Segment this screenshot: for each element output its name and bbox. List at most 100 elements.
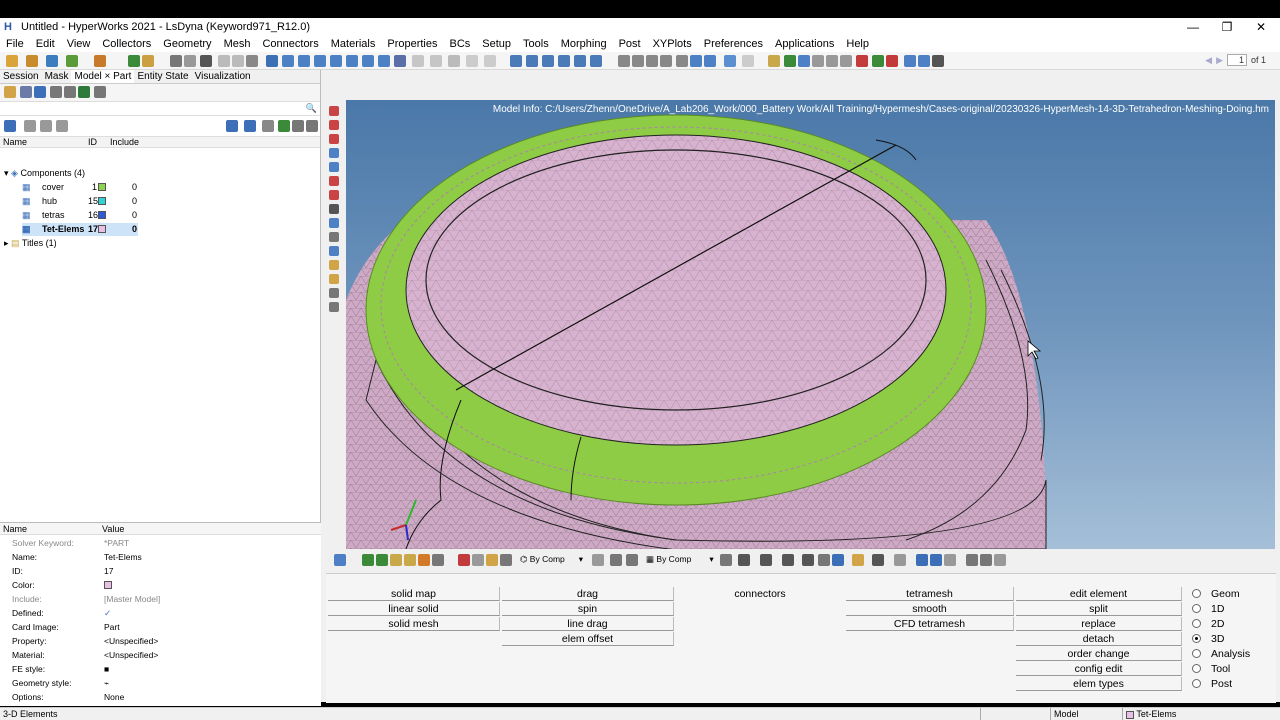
frame-icon[interactable] xyxy=(218,55,230,67)
radio-dot[interactable] xyxy=(1192,619,1201,628)
expand-arrow-icon[interactable]: ▾ xyxy=(4,168,9,178)
tab-mask[interactable]: Mask xyxy=(42,70,72,83)
pointer-icon[interactable] xyxy=(500,554,512,566)
normals-icon[interactable] xyxy=(404,554,416,566)
view-back-icon[interactable] xyxy=(412,55,424,67)
browser-config-icon[interactable] xyxy=(64,86,76,98)
page-prev-icon[interactable]: ◀ xyxy=(1205,55,1212,66)
mesh-quality-icon[interactable] xyxy=(784,55,796,67)
paste-icon[interactable] xyxy=(484,55,496,67)
undo-icon[interactable] xyxy=(128,55,140,67)
config-edit-button[interactable]: config edit xyxy=(1016,662,1182,676)
reset-view-icon[interactable] xyxy=(704,55,716,67)
create-icon[interactable] xyxy=(226,120,238,132)
radio-dot-selected[interactable] xyxy=(1192,634,1201,643)
prop-row[interactable]: ID: 17 xyxy=(0,565,318,578)
zoom-icon[interactable] xyxy=(266,55,278,67)
page-input[interactable]: 1 xyxy=(1226,54,1247,66)
solid-mesh-button[interactable]: solid mesh xyxy=(328,617,500,631)
show-all-icon[interactable] xyxy=(292,120,304,132)
elem-color-select[interactable]: ▦ By Comp ▾ xyxy=(646,553,714,566)
vtool-4-icon[interactable] xyxy=(329,148,339,158)
drag-button[interactable]: drag xyxy=(502,587,674,601)
solid-map-button[interactable]: solid map xyxy=(328,587,500,601)
elem-style-6-icon[interactable] xyxy=(818,554,830,566)
view-front-icon[interactable] xyxy=(362,55,374,67)
elements-icon[interactable] xyxy=(798,55,810,67)
minimize-button[interactable]: — xyxy=(1176,18,1210,36)
browser-part-icon[interactable] xyxy=(34,86,46,98)
prop-row[interactable]: FE style: ■ xyxy=(0,663,318,676)
next-icon[interactable] xyxy=(930,554,942,566)
geom-color-select[interactable]: ⌬ By Comp ▾ xyxy=(520,553,583,566)
wireframe-icon[interactable] xyxy=(200,55,212,67)
vtool-1-icon[interactable] xyxy=(329,106,339,116)
view-top-icon[interactable] xyxy=(346,55,358,67)
page-next-icon[interactable]: ▶ xyxy=(1216,55,1223,66)
open-icon[interactable] xyxy=(6,55,18,67)
tree-col-name[interactable]: Name xyxy=(0,137,88,147)
collapse-icon[interactable] xyxy=(24,120,36,132)
minus-icon[interactable] xyxy=(966,554,978,566)
tree-row[interactable]: ▦ cover 1 0 xyxy=(22,181,142,194)
vtool-15-icon[interactable] xyxy=(329,302,339,312)
shaded-elem-icon[interactable] xyxy=(376,554,388,566)
zoom-box-icon[interactable] xyxy=(646,55,658,67)
vtool-10-icon[interactable] xyxy=(329,232,339,242)
menu-applications[interactable]: Applications xyxy=(769,38,840,50)
browser-settings-icon[interactable] xyxy=(94,86,106,98)
prop-value[interactable]: Part xyxy=(104,621,120,634)
center-icon[interactable] xyxy=(690,55,702,67)
vtool-9-icon[interactable] xyxy=(329,218,339,228)
tree-components-folder[interactable]: ▾ ◈ Components (4) xyxy=(4,167,85,180)
radio-dot[interactable] xyxy=(1192,679,1201,688)
radio-1d[interactable]: 1D xyxy=(1192,602,1224,616)
shaded-icon[interactable] xyxy=(184,55,196,67)
vtool-6-icon[interactable] xyxy=(329,176,339,186)
tree-titles-folder[interactable]: ▸ ▤ Titles (1) xyxy=(4,237,57,250)
edit-element-button[interactable]: edit element xyxy=(1016,587,1182,601)
component-color-swatch[interactable] xyxy=(98,225,106,233)
component-color-swatch[interactable] xyxy=(98,211,106,219)
geom-style-3-icon[interactable] xyxy=(626,554,638,566)
browser-assembly-icon[interactable] xyxy=(50,86,62,98)
prop-row[interactable]: Card Image: Part xyxy=(0,621,318,634)
elem-style-2-icon[interactable] xyxy=(738,554,750,566)
refresh-icon[interactable] xyxy=(994,554,1006,566)
detach-button[interactable]: detach xyxy=(1016,632,1182,646)
isolate-icon[interactable] xyxy=(278,120,290,132)
menu-help[interactable]: Help xyxy=(840,38,875,50)
select-icon[interactable] xyxy=(430,55,442,67)
hide-icon[interactable] xyxy=(886,55,898,67)
radio-dot[interactable] xyxy=(1192,589,1201,598)
spin-icon[interactable] xyxy=(676,55,688,67)
export-icon[interactable] xyxy=(66,55,78,67)
tetramesh-button[interactable]: tetramesh xyxy=(846,587,1014,601)
mask-icon[interactable] xyxy=(856,55,868,67)
import-icon[interactable] xyxy=(26,55,38,67)
undo-view-icon[interactable] xyxy=(724,55,736,67)
order-change-button[interactable]: order change xyxy=(1016,647,1182,661)
menu-setup[interactable]: Setup xyxy=(476,38,517,50)
menu-properties[interactable]: Properties xyxy=(381,38,443,50)
prop-value[interactable]: <Unspecified> xyxy=(104,649,158,662)
fe-style-icon[interactable]: ■ xyxy=(104,663,109,676)
elem-types-button[interactable]: elem types xyxy=(1016,677,1182,691)
tab-model[interactable]: Model × Part xyxy=(71,70,135,83)
menu-materials[interactable]: Materials xyxy=(325,38,382,50)
camera-icon[interactable] xyxy=(246,55,258,67)
menu-edit[interactable]: Edit xyxy=(30,38,61,50)
delete-icon[interactable] xyxy=(142,55,154,67)
prop-row[interactable]: Defined: ✓ xyxy=(0,607,318,620)
radio-dot[interactable] xyxy=(1192,604,1201,613)
radio-tool[interactable]: Tool xyxy=(1192,662,1230,676)
menu-bcs[interactable]: BCs xyxy=(444,38,477,50)
expand-arrow-icon[interactable]: ▸ xyxy=(4,238,9,248)
redo-view-icon[interactable] xyxy=(742,55,754,67)
close-button[interactable]: ✕ xyxy=(1244,18,1278,36)
elem-style-1-icon[interactable] xyxy=(720,554,732,566)
cube-3-icon[interactable] xyxy=(840,55,852,67)
window-5-icon[interactable] xyxy=(574,55,586,67)
prop-value[interactable]: 17 xyxy=(104,565,113,578)
elem-style-3-icon[interactable] xyxy=(760,554,772,566)
